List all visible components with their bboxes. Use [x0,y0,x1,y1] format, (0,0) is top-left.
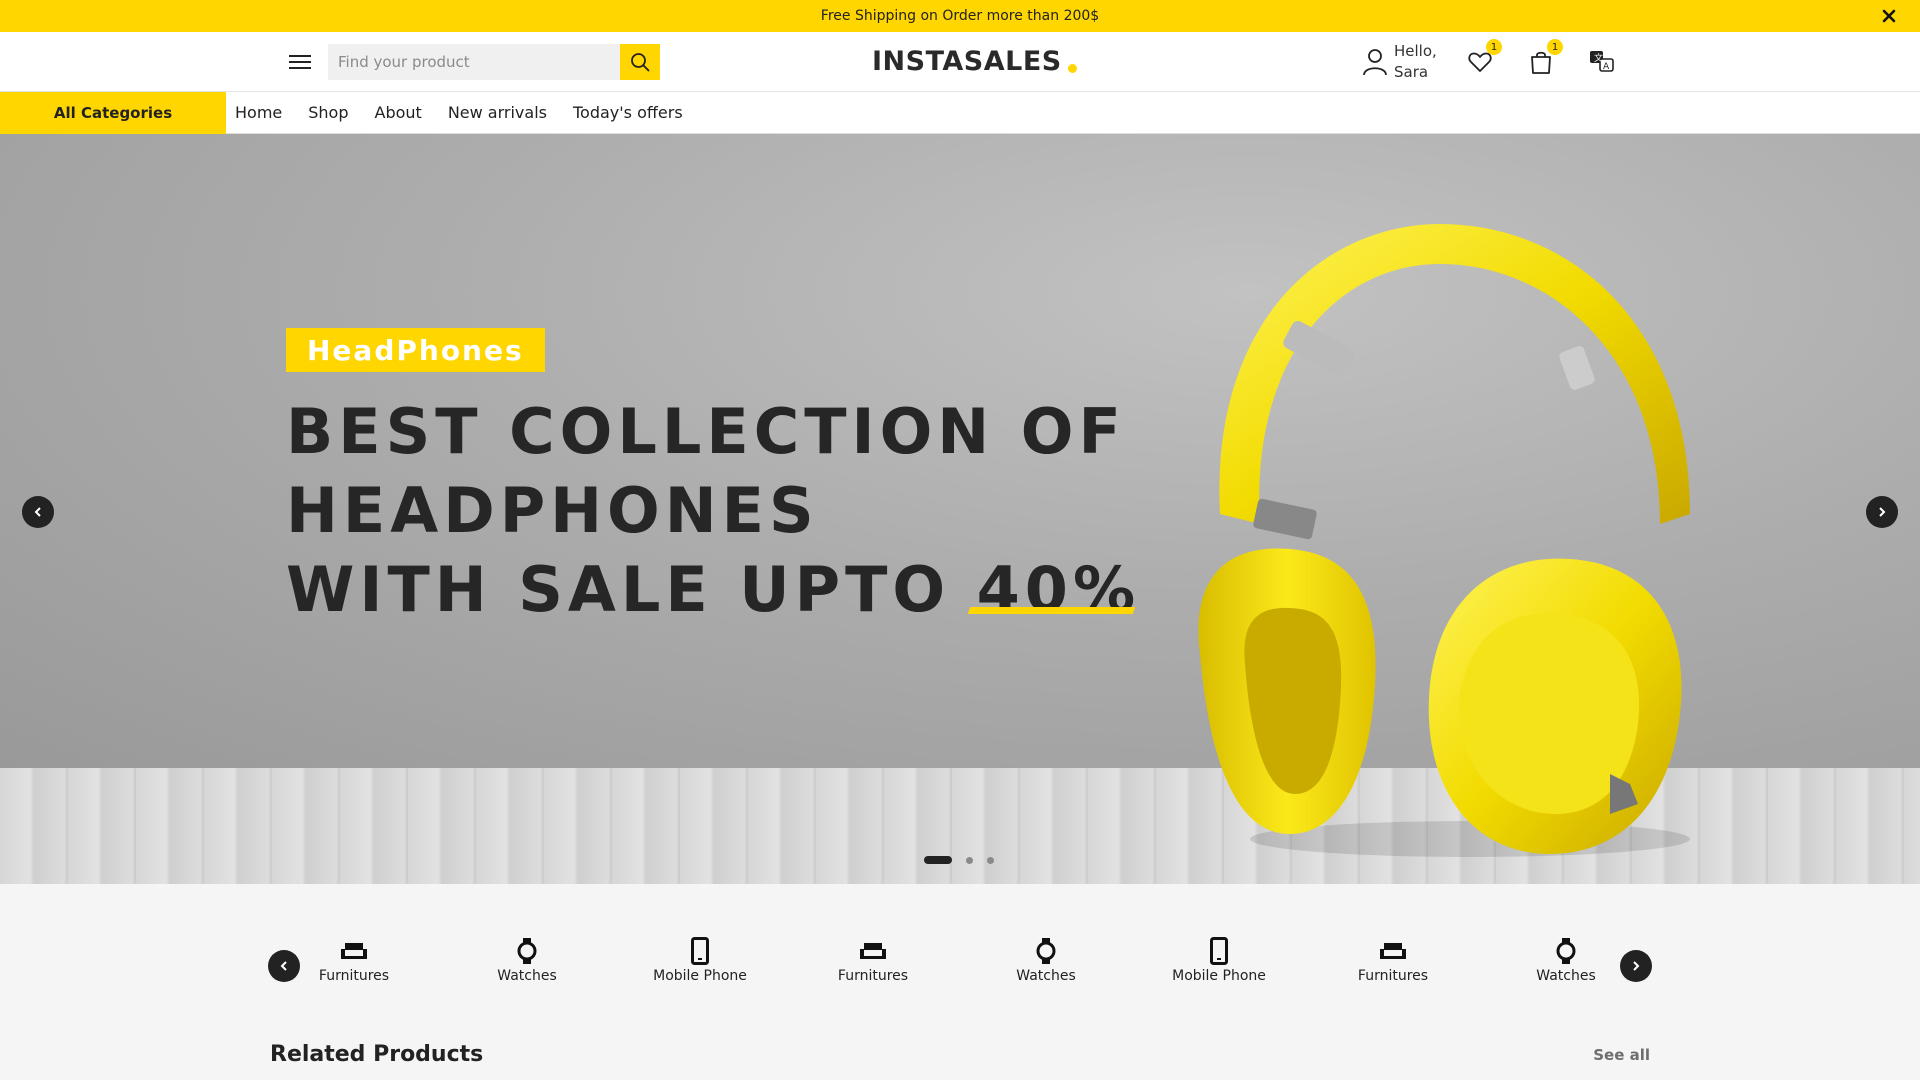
headphones-image [1198,224,1690,857]
hero-headline-line-1: BEST COLLECTION OF [286,395,1126,468]
nav-link-about[interactable]: About [375,103,422,122]
svg-text:文: 文 [1594,52,1603,64]
shopping-bag-icon [1531,51,1551,74]
category-item[interactable]: Mobile Phone [630,936,770,984]
category-label: Watches [1016,968,1076,984]
category-label: Watches [1536,968,1596,984]
wishlist-count-badge: 1 [1486,39,1502,55]
category-label: Watches [497,968,557,984]
category-item[interactable]: Furnitures [284,936,424,984]
nav-link-shop[interactable]: Shop [308,103,348,122]
hero-slider: HeadPhones BEST COLLECTION OF HEADPHONES… [0,134,1920,884]
slide-dot-2[interactable] [966,856,973,864]
promo-text: Free Shipping on Order more than 200$ [820,8,1100,24]
hamburger-menu-icon[interactable] [286,48,314,76]
cart-button[interactable]: 1 [1525,39,1563,78]
watch-icon [976,936,1116,966]
user-name: Sara [1394,63,1429,81]
watch-icon [457,936,597,966]
heart-icon [1468,52,1492,72]
hero-category-tag: HeadPhones [286,328,545,372]
promo-bar: Free Shipping on Order more than 200$ [0,0,1920,32]
hero-headline-line-3: WITH SALE UPTO 40% [286,550,1140,629]
see-all-link[interactable]: See all [1593,1046,1650,1064]
cart-count-badge: 1 [1547,39,1563,55]
nav-link-new-arrivals[interactable]: New arrivals [448,103,547,122]
slide-dot-1[interactable] [924,856,952,864]
category-item[interactable]: Watches [457,936,597,984]
sofa-icon [1323,936,1463,966]
sofa-icon [803,936,943,966]
svg-text:A: A [1603,62,1610,72]
watch-icon [1496,936,1636,966]
hero-next-button[interactable] [1866,496,1898,528]
category-item[interactable]: Furnitures [1323,936,1463,984]
nav-links: Home Shop About New arrivals Today's off… [235,103,709,122]
hero-slide-indicators [924,856,994,864]
search-icon [631,53,650,72]
nav-link-todays-offers[interactable]: Today's offers [573,103,683,122]
hero-headline: BEST COLLECTION OF HEADPHONES WITH SALE … [286,392,1140,629]
language-button[interactable]: 文A [1586,46,1618,78]
translate-icon: 文A [1590,51,1614,72]
category-item[interactable]: Furnitures [803,936,943,984]
search-bar [328,44,660,80]
category-item[interactable]: Watches [1496,936,1636,984]
user-account[interactable]: Hello, Sara [1362,40,1437,84]
user-icon [1363,49,1387,76]
close-icon[interactable] [1878,5,1900,27]
hero-prev-button[interactable] [22,496,54,528]
hero-discount-highlight: 40% [976,553,1141,626]
category-item[interactable]: Mobile Phone [1149,936,1289,984]
hero-category-tag-text: HeadPhones [307,333,524,367]
hero-headline-line-3-prefix: WITH SALE UPTO [286,553,977,626]
search-input[interactable] [328,44,620,80]
related-products-heading: Related Products [270,1042,484,1067]
main-navigation: All Categories Home Shop About New arriv… [0,91,1920,134]
category-label: Mobile Phone [653,968,747,984]
nav-link-home[interactable]: Home [235,103,282,122]
wishlist-button[interactable]: 1 [1464,39,1502,78]
chevron-left-icon [34,507,41,517]
category-label: Furnitures [837,968,909,984]
mobile-phone-icon [1149,936,1289,966]
mobile-phone-icon [630,936,770,966]
user-greeting: Hello, [1394,42,1437,60]
chevron-right-icon [1879,507,1886,517]
all-categories-button[interactable]: All Categories [0,91,226,134]
hero-headline-line-2: HEADPHONES [286,474,819,547]
category-label: Mobile Phone [1172,968,1266,984]
logo-dot [1067,63,1077,73]
slide-dot-3[interactable] [987,856,994,864]
category-label: Furnitures [318,968,390,984]
category-label: Furnitures [1357,968,1429,984]
site-header: INSTASALES Hello, Sara 1 1 文A [0,32,1920,92]
category-item[interactable]: Watches [976,936,1116,984]
search-button[interactable] [620,44,660,80]
logo-text: INSTASALES [872,45,1062,77]
site-logo[interactable]: INSTASALES [872,43,1077,79]
sofa-icon [284,936,424,966]
